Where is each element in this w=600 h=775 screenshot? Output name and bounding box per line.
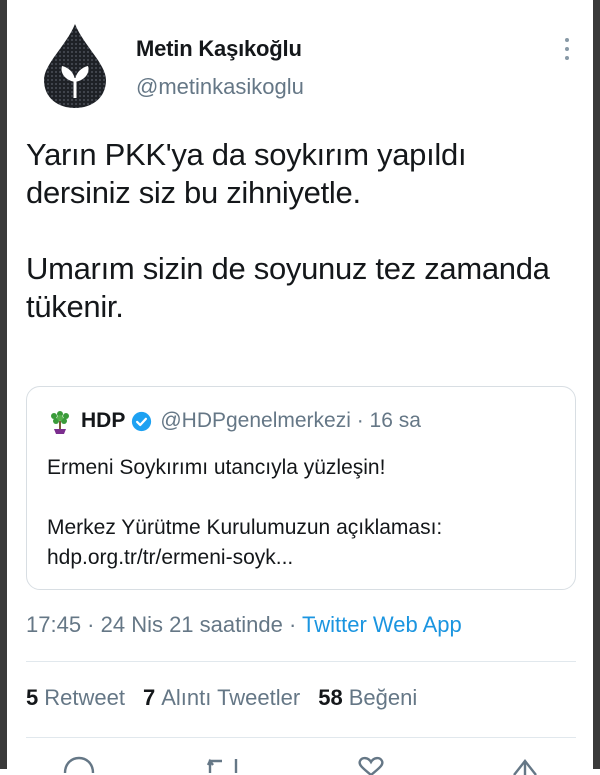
quoted-tweet-header: HDP @HDPgenelmerkezi · 16 sa <box>47 407 421 435</box>
divider <box>26 737 576 738</box>
retweet-icon[interactable] <box>206 755 240 775</box>
divider <box>26 661 576 662</box>
author-name[interactable]: Metin Kaşıkoğlu <box>136 36 304 62</box>
tweet-text: Yarın PKK'ya da soykırım yapıldı dersini… <box>26 136 576 326</box>
author-handle[interactable]: @metinkasikoglu <box>136 74 304 100</box>
quote-count-link[interactable]: 7 Alıntı Tweetler <box>143 685 300 711</box>
more-vertical-icon[interactable] <box>564 38 570 60</box>
quoted-handle-time[interactable]: @HDPgenelmerkezi · 16 sa <box>160 409 421 433</box>
quoted-paragraph: Ermeni Soykırımı utancıyla yüzleşin! <box>47 456 386 479</box>
tweet-header: Metin Kaşıkoğlu @metinkasikoglu <box>42 20 582 120</box>
tweet-paragraph: Yarın PKK'ya da soykırım yapıldı dersini… <box>26 137 467 210</box>
like-count-link[interactable]: 58 Beğeni <box>318 685 417 711</box>
avatar[interactable] <box>42 22 108 110</box>
tweet-stats: 5 Retweet 7 Alıntı Tweetler 58 Beğeni <box>26 685 417 711</box>
tweet-paragraph: Umarım sizin de soyunuz tez zamanda tüke… <box>26 251 550 324</box>
quoted-link[interactable]: hdp.org.tr/tr/ermeni-soyk... <box>47 546 293 569</box>
retweet-count-link[interactable]: 5 Retweet <box>26 685 125 711</box>
verified-badge-icon <box>132 411 152 431</box>
like-icon[interactable] <box>354 755 388 775</box>
quoted-author-name[interactable]: HDP <box>81 409 125 433</box>
screen-edge-left <box>0 0 7 769</box>
author-block[interactable]: Metin Kaşıkoğlu @metinkasikoglu <box>136 36 304 100</box>
source-link[interactable]: Twitter Web App <box>302 612 462 637</box>
hdp-logo-icon <box>51 411 69 434</box>
timestamp-text[interactable]: 17:45 · 24 Nis 21 saatinde · <box>26 612 302 637</box>
tweet-timestamp: 17:45 · 24 Nis 21 saatinde · Twitter Web… <box>26 612 462 638</box>
tweet-actions <box>0 755 600 775</box>
screen-edge-right <box>593 0 600 769</box>
quoted-line: Merkez Yürütme Kurulumuzun açıklaması: <box>47 516 443 539</box>
reply-icon[interactable] <box>62 755 96 775</box>
quoted-paragraph: Merkez Yürütme Kurulumuzun açıklaması: hd… <box>47 513 557 573</box>
quoted-tweet-text: Ermeni Soykırımı utancıyla yüzleşin! Mer… <box>47 453 557 573</box>
share-icon[interactable] <box>508 755 542 775</box>
quoted-tweet[interactable]: HDP @HDPgenelmerkezi · 16 sa Ermeni Soyk… <box>26 386 576 590</box>
